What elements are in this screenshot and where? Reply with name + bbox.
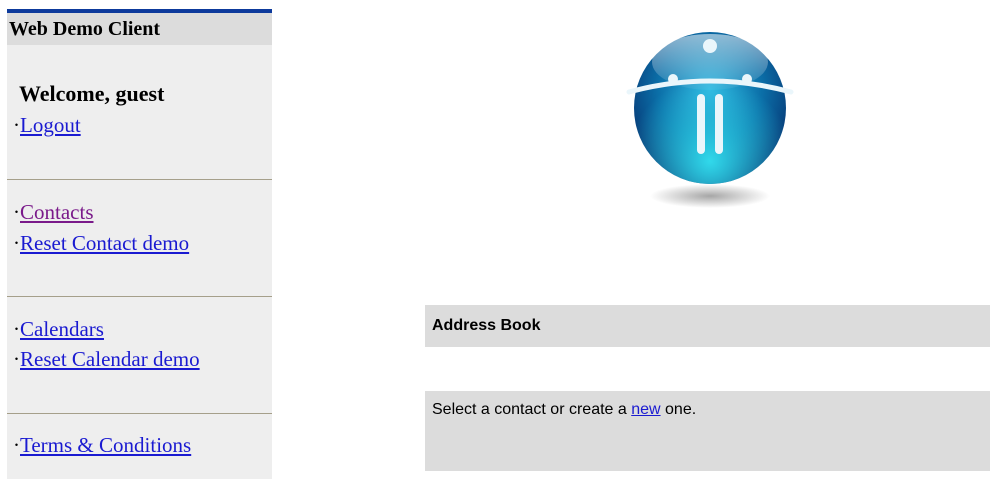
app-logo-icon — [615, 28, 805, 218]
calendars-link[interactable]: Calendars — [20, 317, 104, 341]
reset-contact-demo-link[interactable]: Reset Contact demo — [20, 231, 189, 255]
terms-conditions-link[interactable]: Terms & Conditions — [20, 433, 191, 457]
reset-calendar-demo-link[interactable]: Reset Calendar demo — [20, 347, 200, 371]
divider — [7, 413, 272, 414]
reset-contact-item: ·Reset Contact demo — [13, 231, 189, 256]
logout-item: ·Logout — [13, 113, 81, 138]
address-book-message: Select a contact or create a new one. — [425, 391, 990, 471]
sidebar-title: Web Demo Client — [7, 13, 272, 45]
new-contact-link[interactable]: new — [631, 401, 660, 418]
divider — [7, 296, 272, 297]
calendars-item: ·Calendars — [13, 317, 104, 342]
message-text-end: one. — [660, 401, 697, 418]
bullet: · — [13, 200, 20, 224]
message-text: Select a contact or create a — [432, 401, 632, 418]
logout-link[interactable]: Logout — [20, 113, 81, 137]
divider — [7, 179, 272, 180]
welcome-text: Welcome, guest — [19, 81, 165, 106]
bullet: · — [13, 113, 20, 137]
terms-item: ·Terms & Conditions — [13, 433, 191, 458]
bullet: · — [13, 231, 20, 255]
contacts-item: ·Contacts — [13, 200, 94, 225]
bullet: · — [13, 433, 20, 457]
reset-calendar-item: ·Reset Calendar demo — [13, 347, 200, 372]
contacts-link[interactable]: Contacts — [20, 200, 94, 224]
bullet: · — [13, 317, 20, 341]
bullet: · — [13, 347, 20, 371]
sidebar: Web Demo Client Welcome, guest ·Logout ·… — [7, 9, 272, 479]
address-book-title: Address Book — [425, 305, 990, 347]
